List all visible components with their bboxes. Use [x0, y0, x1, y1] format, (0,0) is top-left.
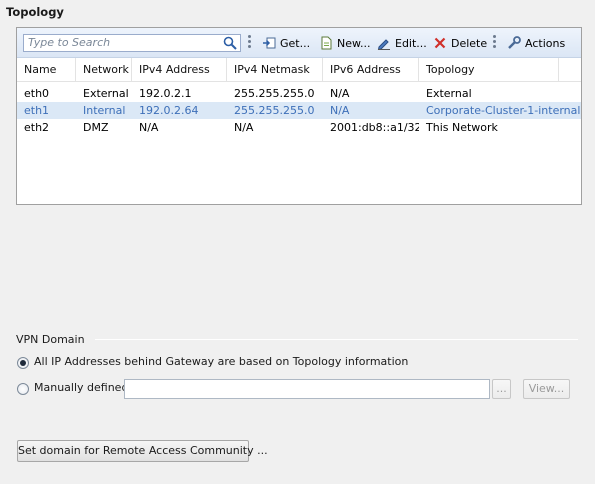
- new-button[interactable]: New...: [319, 35, 370, 51]
- cell-ipv4-netmask: 255.255.255.0: [234, 87, 315, 100]
- set-remote-access-domain-button[interactable]: Set domain for Remote Access Community .…: [17, 440, 268, 462]
- table-row-selected[interactable]: eth1 Internal 192.0.2.64 255.255.255.0 N…: [17, 102, 581, 119]
- cell-ipv6-address: N/A: [330, 87, 350, 100]
- get-label: Get...: [280, 36, 311, 50]
- vpn-domain-group-label: VPN Domain: [16, 333, 85, 346]
- toolbar-separator: [248, 35, 251, 51]
- table-row[interactable]: eth0 External 192.0.2.1 255.255.255.0 N/…: [17, 85, 581, 102]
- cell-ipv4-address: 192.0.2.64: [139, 104, 199, 117]
- cell-ipv4-netmask: 255.255.255.0: [234, 104, 315, 117]
- get-icon: [263, 37, 276, 49]
- toolbar-separator: [493, 35, 496, 51]
- section-title: Topology: [6, 5, 64, 19]
- manual-domain-field[interactable]: [124, 379, 490, 399]
- cell-ipv6-address: N/A: [330, 104, 350, 117]
- pencil-icon: [377, 39, 390, 50]
- table-row[interactable]: eth2 DMZ N/A N/A 2001:db8::a1/32 This Ne…: [17, 119, 581, 136]
- actions-button[interactable]: Actions: [507, 35, 565, 51]
- cell-ipv4-netmask: N/A: [234, 121, 254, 134]
- actions-label: Actions: [525, 36, 566, 50]
- table-header: Name Network IPv4 Address IPv4 Netmask I…: [17, 58, 581, 82]
- column-header-network[interactable]: Network: [76, 58, 132, 82]
- column-header-name[interactable]: Name: [17, 58, 76, 82]
- cell-ipv4-address: 192.0.2.1: [139, 87, 192, 100]
- radio-manually-defined-label[interactable]: Manually defined: [34, 381, 128, 394]
- search-input[interactable]: Type to Search: [23, 34, 241, 52]
- topology-table-panel: Type to Search Get... New... Edit... Del…: [16, 27, 582, 205]
- cell-network: External: [83, 87, 129, 100]
- column-header-ipv4-address[interactable]: IPv4 Address: [132, 58, 227, 82]
- cell-network: Internal: [83, 104, 126, 117]
- edit-button[interactable]: Edit...: [377, 35, 427, 51]
- column-header-topology[interactable]: Topology: [419, 58, 559, 82]
- search-placeholder: Type to Search: [28, 36, 111, 49]
- new-document-icon: [321, 36, 332, 50]
- cell-name: eth0: [24, 87, 50, 100]
- delete-button[interactable]: Delete: [433, 35, 487, 51]
- cell-name: eth1: [24, 104, 50, 117]
- radio-manually-defined[interactable]: [17, 383, 29, 395]
- group-divider: [95, 339, 578, 340]
- browse-button[interactable]: ...: [492, 379, 511, 399]
- delete-label: Delete: [451, 36, 488, 50]
- radio-topology-based[interactable]: [17, 357, 29, 369]
- cell-network: DMZ: [83, 121, 109, 134]
- cell-ipv6-address: 2001:db8::a1/32: [330, 121, 419, 134]
- edit-label: Edit...: [395, 36, 427, 50]
- cell-name: eth2: [24, 121, 50, 134]
- delete-x-icon: [434, 37, 446, 49]
- view-button[interactable]: View...: [523, 379, 570, 399]
- cell-topology: Corporate-Cluster-1-internal: [426, 104, 581, 117]
- get-button[interactable]: Get...: [262, 35, 310, 51]
- cell-ipv4-address: N/A: [139, 121, 159, 134]
- radio-topology-based-label[interactable]: All IP Addresses behind Gateway are base…: [34, 355, 408, 368]
- column-header-ipv4-netmask[interactable]: IPv4 Netmask: [227, 58, 323, 82]
- cell-topology: External: [426, 87, 472, 100]
- column-header-ipv6-address[interactable]: IPv6 Address: [323, 58, 419, 82]
- new-label: New...: [337, 36, 371, 50]
- wrench-icon: [508, 36, 521, 49]
- table-toolbar: Type to Search Get... New... Edit... Del…: [17, 28, 581, 58]
- cell-topology: This Network: [426, 121, 498, 134]
- search-icon[interactable]: [223, 36, 237, 50]
